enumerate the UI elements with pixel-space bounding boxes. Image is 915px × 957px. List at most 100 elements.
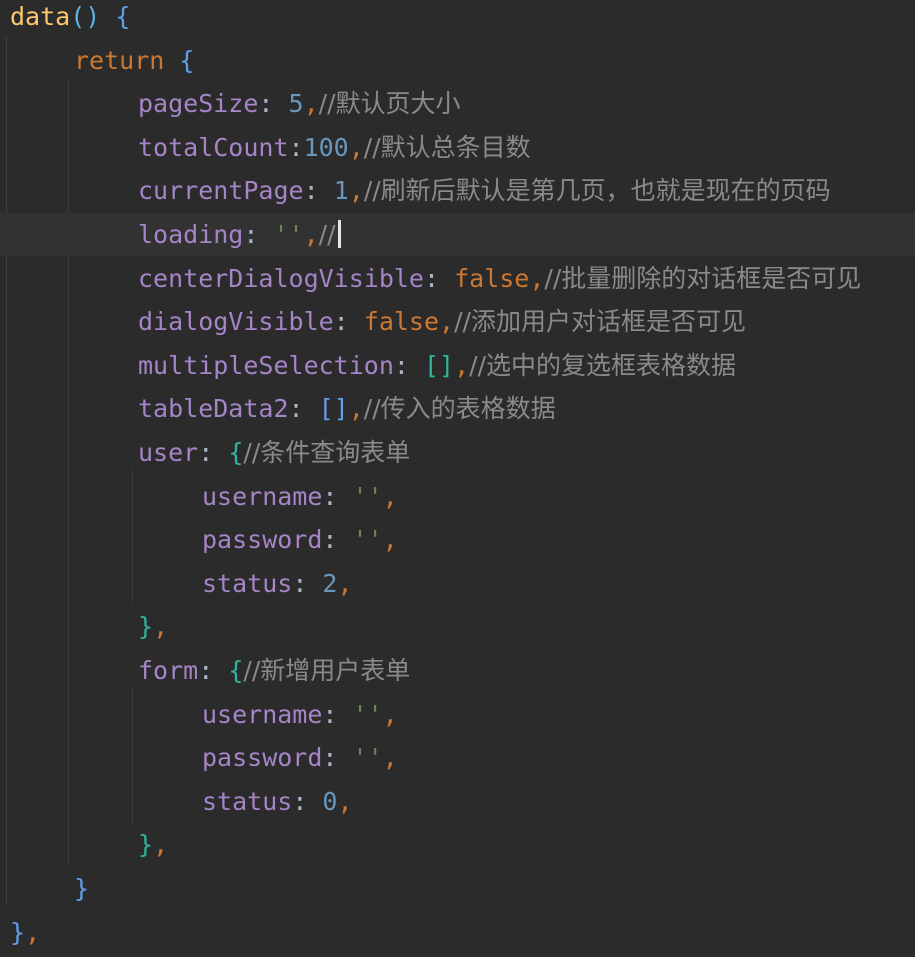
code-token: , (382, 743, 398, 772)
code-token: : (322, 743, 353, 772)
code-line[interactable]: return { (0, 39, 915, 82)
code-line[interactable]: pageSize: 5,//默认页大小 (0, 82, 915, 125)
code-token: : (423, 264, 455, 293)
code-text: return { (74, 39, 194, 82)
code-token: 100 (303, 133, 349, 162)
code-line[interactable]: form: {//新增用户表单 (0, 649, 915, 692)
code-line[interactable]: user: {//条件查询表单 (0, 431, 915, 474)
code-token: , (25, 918, 41, 947)
code-text: password: '', (202, 518, 398, 561)
code-token: 0 (322, 787, 338, 816)
code-line[interactable]: } (0, 867, 915, 910)
code-line[interactable]: currentPage: 1,//刷新后默认是第几页，也就是现在的页码 (0, 169, 915, 212)
code-token: //新增用户表单 (243, 656, 411, 685)
code-text: username: '', (202, 475, 398, 518)
code-token: , (439, 307, 455, 336)
code-token: '' (352, 700, 383, 729)
code-token: password (202, 525, 323, 554)
code-text: status: 0, (202, 780, 353, 823)
code-line[interactable]: username: '', (0, 475, 915, 518)
code-token: 2 (322, 569, 338, 598)
code-line[interactable]: loading: '',// (0, 213, 915, 256)
code-token: , (303, 220, 319, 249)
code-editor[interactable]: data() {return {pageSize: 5,//默认页大小 total… (0, 0, 915, 957)
code-line[interactable]: dialogVisible: false,//添加用户对话框是否可见 (0, 300, 915, 343)
code-text: data() { (10, 0, 130, 38)
code-text: } (74, 867, 89, 910)
code-token: //批量删除的对话框是否可见 (544, 264, 862, 293)
code-token: : (288, 133, 304, 162)
code-text: totalCount:100,//默认总条目数 (138, 126, 531, 169)
code-token: [] (318, 394, 349, 423)
code-token: return (74, 46, 165, 75)
code-token: , (529, 264, 545, 293)
code-line[interactable]: status: 2, (0, 562, 915, 605)
code-token: , (454, 351, 470, 380)
code-token: password (202, 743, 323, 772)
code-token: : (243, 220, 274, 249)
code-token: } (138, 830, 154, 859)
code-token: '' (352, 525, 383, 554)
code-token: } (10, 918, 26, 947)
code-token: '' (273, 220, 304, 249)
code-token: : (292, 787, 323, 816)
code-text: }, (138, 605, 168, 648)
code-line[interactable]: }, (0, 911, 915, 954)
code-token: dialogVisible (138, 307, 334, 336)
code-token: false (363, 307, 440, 336)
code-token: () (70, 2, 101, 31)
code-token: pageSize (138, 89, 259, 118)
code-token: : (198, 656, 229, 685)
code-text: username: '', (202, 693, 398, 736)
code-token: } (138, 612, 154, 641)
code-token: false (454, 264, 530, 293)
code-line[interactable]: data() { (0, 0, 915, 38)
code-line[interactable]: password: '', (0, 518, 915, 561)
code-text: password: '', (202, 736, 398, 779)
code-token: '' (352, 743, 383, 772)
code-token: status (202, 787, 293, 816)
code-text: tableData2: [],//传入的表格数据 (138, 387, 556, 430)
code-text: status: 2, (202, 562, 353, 605)
code-line[interactable]: password: '', (0, 736, 915, 779)
code-line[interactable]: multipleSelection: [],//选中的复选框表格数据 (0, 344, 915, 387)
code-line[interactable]: tableData2: [],//传入的表格数据 (0, 387, 915, 430)
code-token: //默认页大小 (318, 89, 461, 118)
code-token: { (228, 438, 244, 467)
code-line[interactable]: }, (0, 605, 915, 648)
code-token: : (393, 351, 424, 380)
code-token: : (198, 438, 229, 467)
code-line[interactable]: totalCount:100,//默认总条目数 (0, 126, 915, 169)
code-token: 5 (288, 89, 304, 118)
code-text: dialogVisible: false,//添加用户对话框是否可见 (138, 300, 746, 343)
code-token: multipleSelection (138, 351, 394, 380)
code-token: //条件查询表单 (243, 438, 411, 467)
code-token: username (202, 482, 323, 511)
code-text: user: {//条件查询表单 (138, 431, 410, 474)
code-token: '' (352, 482, 383, 511)
code-token: : (292, 569, 323, 598)
code-token: tableData2 (138, 394, 289, 423)
code-token: currentPage (138, 176, 304, 205)
code-token: , (303, 89, 319, 118)
code-token: : (288, 394, 319, 423)
code-line[interactable]: centerDialogVisible: false,//批量删除的对话框是否可… (0, 257, 915, 300)
code-text: centerDialogVisible: false,//批量删除的对话框是否可… (138, 257, 861, 300)
code-token: , (382, 525, 398, 554)
code-token: totalCount (138, 133, 289, 162)
code-token: , (337, 569, 353, 598)
code-token: loading (138, 220, 244, 249)
code-token: , (348, 133, 364, 162)
code-line[interactable]: username: '', (0, 693, 915, 736)
code-token: 1 (333, 176, 349, 205)
code-token: : (322, 525, 353, 554)
code-text: }, (10, 911, 40, 954)
code-line[interactable]: status: 0, (0, 780, 915, 823)
code-token: , (337, 787, 353, 816)
code-line[interactable]: }, (0, 823, 915, 866)
code-token: //默认总条目数 (363, 133, 531, 162)
code-token: form (138, 656, 199, 685)
code-token: //添加用户对话框是否可见 (454, 307, 746, 336)
code-token: : (322, 700, 353, 729)
